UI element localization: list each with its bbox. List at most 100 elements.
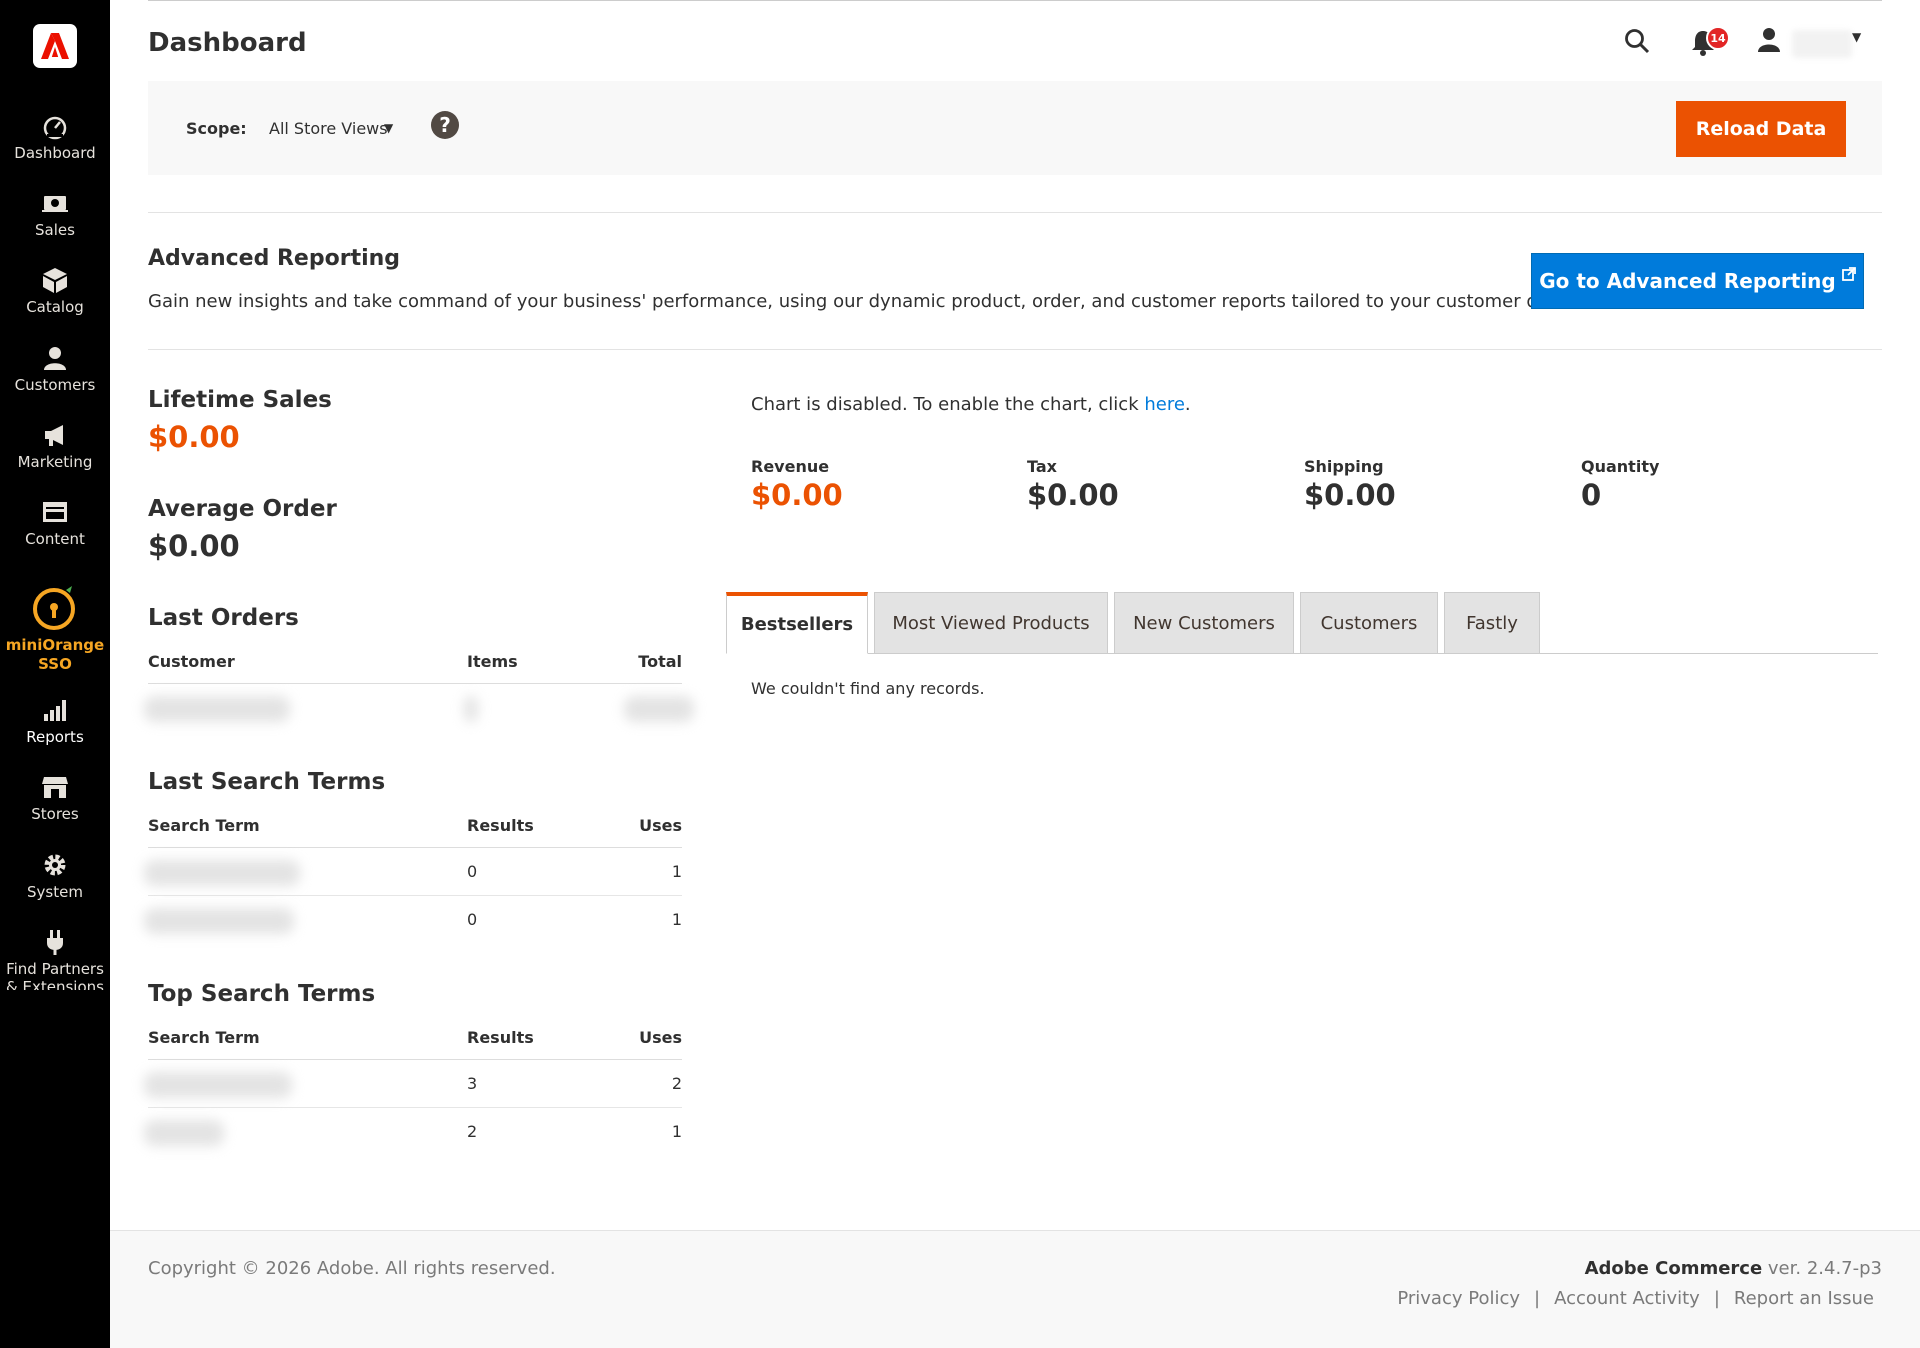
uses-cell: 1 — [671, 910, 682, 929]
version-number: ver. 2.4.7-p3 — [1762, 1258, 1882, 1279]
column-header: Search Term — [148, 816, 260, 835]
last-orders-table: Customer Items Total — [144, 640, 694, 732]
nav-catalog[interactable]: Catalog — [0, 266, 110, 316]
divider — [148, 349, 1882, 350]
column-header: Search Term — [148, 1028, 260, 1047]
dashboard-icon — [43, 116, 67, 140]
column-header: Items — [467, 652, 518, 671]
tab-most-viewed-products[interactable]: Most Viewed Products — [874, 592, 1108, 654]
divider — [148, 212, 1882, 213]
results-cell: 0 — [467, 862, 478, 881]
footer-links: Privacy Policy | Account Activity | Repo… — [1397, 1288, 1874, 1309]
marketing-icon — [45, 425, 63, 446]
nav-label: Dashboard — [14, 144, 96, 162]
nav-dashboard[interactable]: Dashboard — [0, 112, 110, 162]
top-border — [148, 0, 1882, 1]
report-issue-link[interactable]: Report an Issue — [1734, 1288, 1874, 1309]
tax-value: $0.00 — [1027, 478, 1119, 512]
adobe-logo[interactable] — [33, 24, 77, 68]
redacted-items — [464, 696, 478, 722]
results-cell: 2 — [467, 1122, 478, 1141]
user-icon[interactable] — [1756, 26, 1782, 54]
revenue-value: $0.00 — [751, 478, 843, 512]
table-row[interactable]: 2 1 — [144, 1108, 682, 1156]
table-row[interactable]: 3 2 — [144, 1060, 682, 1108]
tab-bestsellers[interactable]: Bestsellers — [726, 592, 868, 654]
top-search-terms-title: Top Search Terms — [148, 981, 376, 1007]
nav-label: Content — [25, 530, 85, 548]
redacted-search-term — [144, 860, 300, 886]
revenue-label: Revenue — [751, 457, 830, 476]
account-activity-link[interactable]: Account Activity — [1554, 1288, 1700, 1309]
enable-chart-link[interactable]: here — [1144, 394, 1185, 415]
scope-switcher[interactable]: All Store Views — [269, 119, 388, 138]
uses-cell: 1 — [671, 1122, 682, 1141]
nav-reports[interactable]: Reports — [0, 696, 110, 746]
column-header: Total — [638, 652, 682, 671]
top-search-terms-table: Search Term Results Uses 3 2 2 1 — [144, 1016, 682, 1156]
chevron-down-icon[interactable]: ▼ — [1852, 30, 1861, 44]
nav-content[interactable]: Content — [0, 498, 110, 548]
reload-data-button[interactable]: Reload Data — [1676, 101, 1846, 157]
nav-label: Reports — [26, 728, 84, 746]
table-row[interactable] — [144, 684, 694, 732]
column-header: Customer — [148, 652, 235, 671]
system-icon — [44, 854, 66, 876]
nav-system[interactable]: System — [0, 851, 110, 901]
redacted-search-term — [144, 908, 294, 934]
product-name: Adobe Commerce — [1584, 1258, 1763, 1279]
search-icon[interactable] — [1624, 28, 1650, 54]
customers-icon — [44, 347, 66, 370]
nav-label: miniOrange SSO — [5, 636, 105, 673]
lifetime-sales-value: $0.00 — [148, 420, 240, 454]
shipping-label: Shipping — [1304, 457, 1384, 476]
table-header: Search Term Results Uses — [148, 804, 682, 848]
notification-badge[interactable]: 14 — [1706, 26, 1730, 50]
nav-sales[interactable]: Sales — [0, 189, 110, 239]
content-icon — [43, 502, 67, 522]
nav-marketing[interactable]: Marketing — [0, 421, 110, 471]
nav-label: Marketing — [17, 453, 93, 471]
scope-label: Scope: — [186, 119, 247, 138]
link-separator: | — [1713, 1288, 1720, 1309]
results-cell: 0 — [467, 910, 478, 929]
page-title: Dashboard — [148, 28, 307, 58]
catalog-icon — [43, 268, 67, 293]
nav-label: Sales — [35, 221, 75, 239]
average-order-value: $0.00 — [148, 529, 240, 563]
nav-customers[interactable]: Customers — [0, 344, 110, 394]
table-row[interactable]: 0 1 — [144, 896, 682, 944]
nav-stores[interactable]: Stores — [0, 773, 110, 823]
page-footer: Copyright © 2026 Adobe. All rights reser… — [110, 1230, 1920, 1348]
column-header: Results — [467, 816, 534, 835]
tab-fastly[interactable]: Fastly — [1444, 592, 1540, 654]
user-name-redacted[interactable] — [1792, 30, 1852, 58]
help-icon[interactable]: ? — [431, 111, 459, 139]
last-search-terms-table: Search Term Results Uses 0 1 0 1 — [144, 804, 682, 944]
version-text: Adobe Commerce ver. 2.4.7-p3 — [1585, 1258, 1882, 1279]
privacy-policy-link[interactable]: Privacy Policy — [1397, 1288, 1520, 1309]
nav-label: System — [27, 883, 83, 901]
no-records-message: We couldn't find any records. — [751, 679, 985, 698]
nav-find-partners[interactable]: Find Partners & Extensions — [0, 928, 110, 990]
go-to-advanced-reporting-button[interactable]: Go to Advanced Reporting — [1531, 253, 1864, 309]
chevron-down-icon[interactable]: ▼ — [384, 121, 393, 135]
admin-sidebar: Dashboard Sales Catalog Customers Market… — [0, 0, 110, 1348]
uses-cell: 2 — [671, 1074, 682, 1093]
plug-icon — [47, 930, 63, 955]
tab-customers[interactable]: Customers — [1300, 592, 1438, 654]
copyright-text: Copyright © 2026 Adobe. All rights reser… — [148, 1258, 556, 1279]
chart-message-suffix: . — [1184, 394, 1191, 415]
average-order-label: Average Order — [148, 496, 337, 522]
table-row[interactable]: 0 1 — [144, 848, 682, 896]
chart-disabled-message: Chart is disabled. To enable the chart, … — [751, 394, 1191, 415]
nav-label: Customers — [14, 376, 96, 394]
stores-icon — [42, 777, 68, 798]
last-orders-title: Last Orders — [148, 605, 299, 631]
uses-cell: 1 — [671, 862, 682, 881]
quantity-value: 0 — [1581, 478, 1602, 512]
column-header: Results — [467, 1028, 534, 1047]
tab-new-customers[interactable]: New Customers — [1114, 592, 1294, 654]
scope-bar: Scope: All Store Views ▼ ? Reload Data — [148, 81, 1882, 175]
nav-miniorange-sso[interactable]: miniOrange SSO — [0, 582, 110, 674]
